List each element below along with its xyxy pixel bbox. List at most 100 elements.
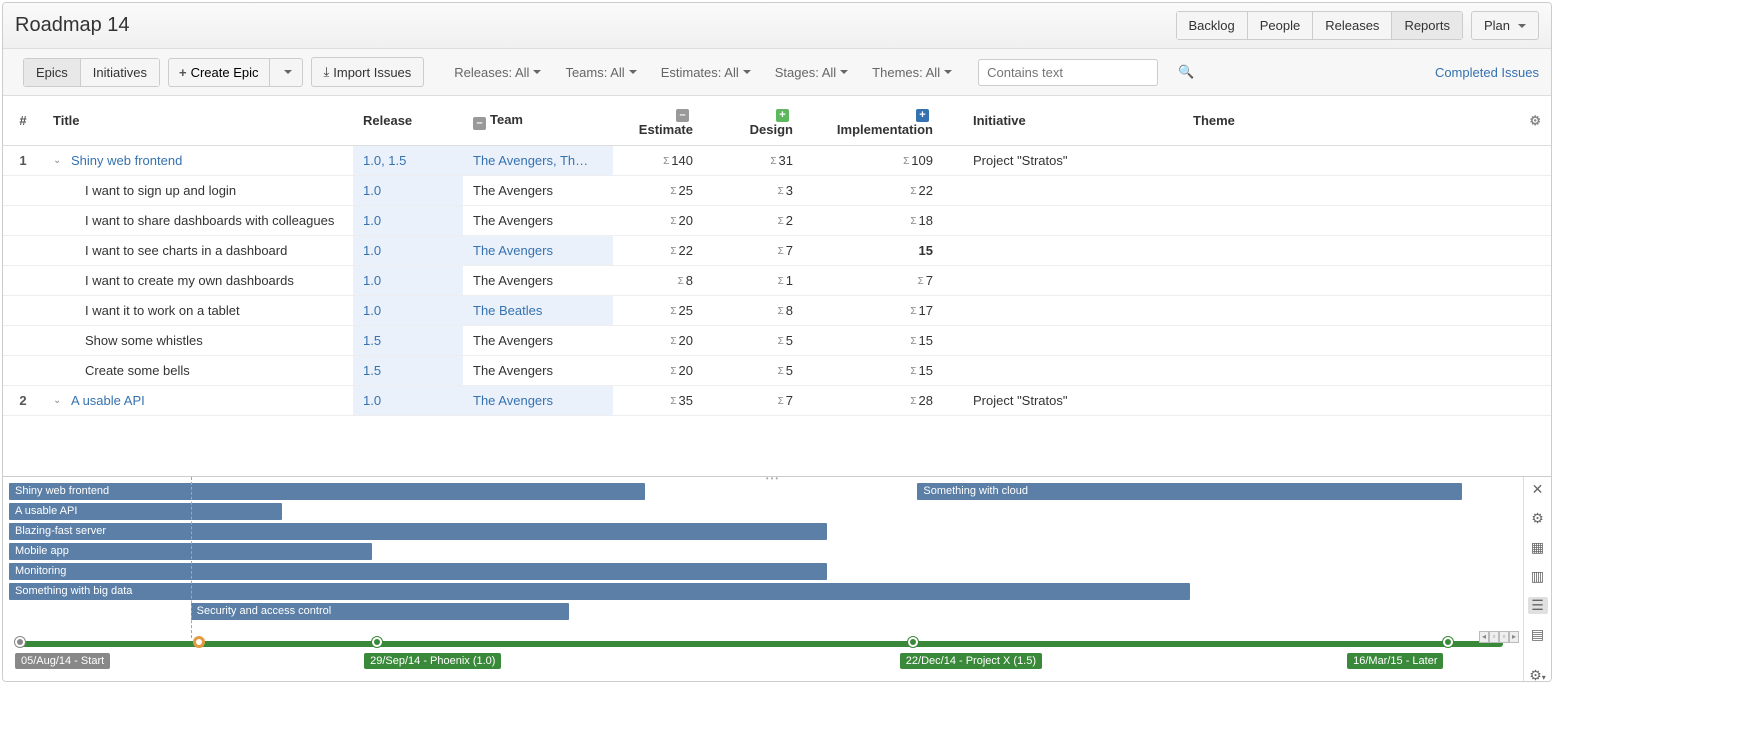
cell-theme[interactable] (1183, 236, 1519, 266)
cell-implementation[interactable]: Σ18 (823, 206, 963, 236)
cell-team[interactable]: The Avengers (463, 206, 613, 236)
table-row[interactable]: 1⌄Shiny web frontend1.0, 1.5The Avengers… (3, 146, 1551, 176)
nav-people[interactable]: People (1248, 12, 1313, 39)
cell-estimate[interactable]: Σ20 (613, 356, 723, 386)
cell-team[interactable]: The Avengers (463, 386, 613, 416)
cell-title[interactable]: Show some whistles (43, 326, 353, 356)
cell-estimate[interactable]: Σ20 (613, 326, 723, 356)
cell-design[interactable]: Σ31 (723, 146, 823, 176)
table-row[interactable]: I want to sign up and login1.0The Avenge… (3, 176, 1551, 206)
table-row[interactable]: I want it to work on a tablet1.0The Beat… (3, 296, 1551, 326)
cell-title[interactable]: I want to share dashboards with colleagu… (43, 206, 353, 236)
scroll-right-icon[interactable]: ▸ (1509, 631, 1519, 643)
timeline-marker[interactable] (908, 637, 918, 647)
cell-implementation[interactable]: Σ15 (823, 326, 963, 356)
timeline-view1-icon[interactable]: ▦ (1528, 539, 1548, 556)
cell-title[interactable]: I want to create my own dashboards (43, 266, 353, 296)
cell-design[interactable]: Σ2 (723, 206, 823, 236)
timeline-marker[interactable] (194, 637, 204, 647)
timeline-view2-icon[interactable]: ▥ (1528, 568, 1548, 585)
cell-team[interactable]: The Avengers (463, 356, 613, 386)
cell-estimate[interactable]: Σ140 (613, 146, 723, 176)
filter-estimates[interactable]: Estimates: All (655, 61, 757, 84)
cell-design[interactable]: Σ5 (723, 356, 823, 386)
search-icon[interactable]: 🔍 (1178, 64, 1194, 80)
cell-team[interactable]: The Avengers, Th… (463, 146, 613, 176)
chevron-down-icon[interactable]: ⌄ (53, 155, 65, 166)
cell-release[interactable]: 1.0 (353, 266, 463, 296)
col-release[interactable]: Release (353, 96, 463, 146)
timeline-bar[interactable]: Something with big data (9, 583, 1190, 600)
nav-reports[interactable]: Reports (1392, 12, 1462, 39)
cell-title[interactable]: I want it to work on a tablet (43, 296, 353, 326)
completed-issues-link[interactable]: Completed Issues (1435, 65, 1539, 80)
timeline-bar[interactable]: Something with cloud (917, 483, 1462, 500)
cell-title[interactable]: ⌄A usable API (43, 386, 353, 416)
create-epic-dropdown[interactable] (270, 59, 302, 86)
cell-release[interactable]: 1.0 (353, 206, 463, 236)
cell-team[interactable]: The Avengers (463, 326, 613, 356)
col-initiative[interactable]: Initiative (963, 96, 1183, 146)
filter-stages[interactable]: Stages: All (769, 61, 854, 84)
plan-button[interactable]: Plan (1471, 11, 1539, 40)
cell-implementation[interactable]: Σ17 (823, 296, 963, 326)
col-team[interactable]: –Team (463, 96, 613, 146)
cell-release[interactable]: 1.5 (353, 356, 463, 386)
table-row[interactable]: I want to create my own dashboards1.0The… (3, 266, 1551, 296)
timeline-config-icon[interactable]: ⚙ (1528, 510, 1548, 527)
chevron-down-icon[interactable]: ⌄ (53, 395, 65, 406)
cell-theme[interactable] (1183, 206, 1519, 236)
cell-estimate[interactable]: Σ35 (613, 386, 723, 416)
cell-team[interactable]: The Beatles (463, 296, 613, 326)
cell-release[interactable]: 1.0 (353, 296, 463, 326)
cell-implementation[interactable]: Σ22 (823, 176, 963, 206)
cell-release[interactable]: 1.0 (353, 236, 463, 266)
cell-initiative[interactable] (963, 266, 1183, 296)
cell-implementation[interactable]: Σ15 (823, 356, 963, 386)
scroll-track[interactable]: ▫ (1499, 631, 1509, 643)
col-design[interactable]: +Design (723, 96, 823, 146)
cell-initiative[interactable] (963, 176, 1183, 206)
cell-initiative[interactable]: Project "Stratos" (963, 386, 1183, 416)
cell-initiative[interactable]: Project "Stratos" (963, 146, 1183, 176)
cell-release[interactable]: 1.0 (353, 386, 463, 416)
table-row[interactable]: I want to share dashboards with colleagu… (3, 206, 1551, 236)
cell-team[interactable]: The Avengers (463, 266, 613, 296)
cell-theme[interactable] (1183, 296, 1519, 326)
cell-design[interactable]: Σ7 (723, 236, 823, 266)
cell-estimate[interactable]: Σ20 (613, 206, 723, 236)
col-title[interactable]: Title (43, 96, 353, 146)
cell-team[interactable]: The Avengers (463, 236, 613, 266)
tab-epics[interactable]: Epics (24, 59, 81, 86)
table-row[interactable]: 2⌄A usable API1.0The AvengersΣ35Σ7Σ28Pro… (3, 386, 1551, 416)
timeline-marker[interactable] (372, 637, 382, 647)
table-row[interactable]: I want to see charts in a dashboard1.0Th… (3, 236, 1551, 266)
cell-title[interactable]: I want to see charts in a dashboard (43, 236, 353, 266)
cell-theme[interactable] (1183, 356, 1519, 386)
col-estimate[interactable]: –Estimate (613, 96, 723, 146)
cell-title[interactable]: ⌄Shiny web frontend (43, 146, 353, 176)
nav-releases[interactable]: Releases (1313, 12, 1392, 39)
cell-initiative[interactable] (963, 236, 1183, 266)
cell-implementation[interactable]: 15 (823, 236, 963, 266)
timeline-gear-icon[interactable]: ⚙▾ (1528, 667, 1548, 682)
timeline-bar[interactable]: Blazing-fast server (9, 523, 827, 540)
timeline-view4-icon[interactable]: ▤ (1528, 626, 1548, 643)
cell-initiative[interactable] (963, 206, 1183, 236)
cell-title[interactable]: I want to sign up and login (43, 176, 353, 206)
timeline-bar[interactable]: Shiny web frontend (9, 483, 645, 500)
cell-initiative[interactable] (963, 356, 1183, 386)
nav-backlog[interactable]: Backlog (1177, 12, 1248, 39)
table-row[interactable]: Create some bells1.5The AvengersΣ20Σ5Σ15 (3, 356, 1551, 386)
resize-handle[interactable]: ••• (763, 474, 783, 483)
timeline-bar[interactable]: Security and access control (191, 603, 570, 620)
cell-estimate[interactable]: Σ25 (613, 296, 723, 326)
table-row[interactable]: Show some whistles1.5The AvengersΣ20Σ5Σ1… (3, 326, 1551, 356)
timeline-view3-icon[interactable]: ☰ (1528, 597, 1548, 614)
cell-implementation[interactable]: Σ7 (823, 266, 963, 296)
timeline-axis[interactable]: 05/Aug/14 - Start29/Sep/14 - Phoenix (1.… (15, 641, 1503, 647)
cell-release[interactable]: 1.0, 1.5 (353, 146, 463, 176)
scroll-track[interactable]: ▫ (1489, 631, 1499, 643)
col-implementation[interactable]: +Implementation (823, 96, 963, 146)
tab-initiatives[interactable]: Initiatives (81, 59, 159, 86)
